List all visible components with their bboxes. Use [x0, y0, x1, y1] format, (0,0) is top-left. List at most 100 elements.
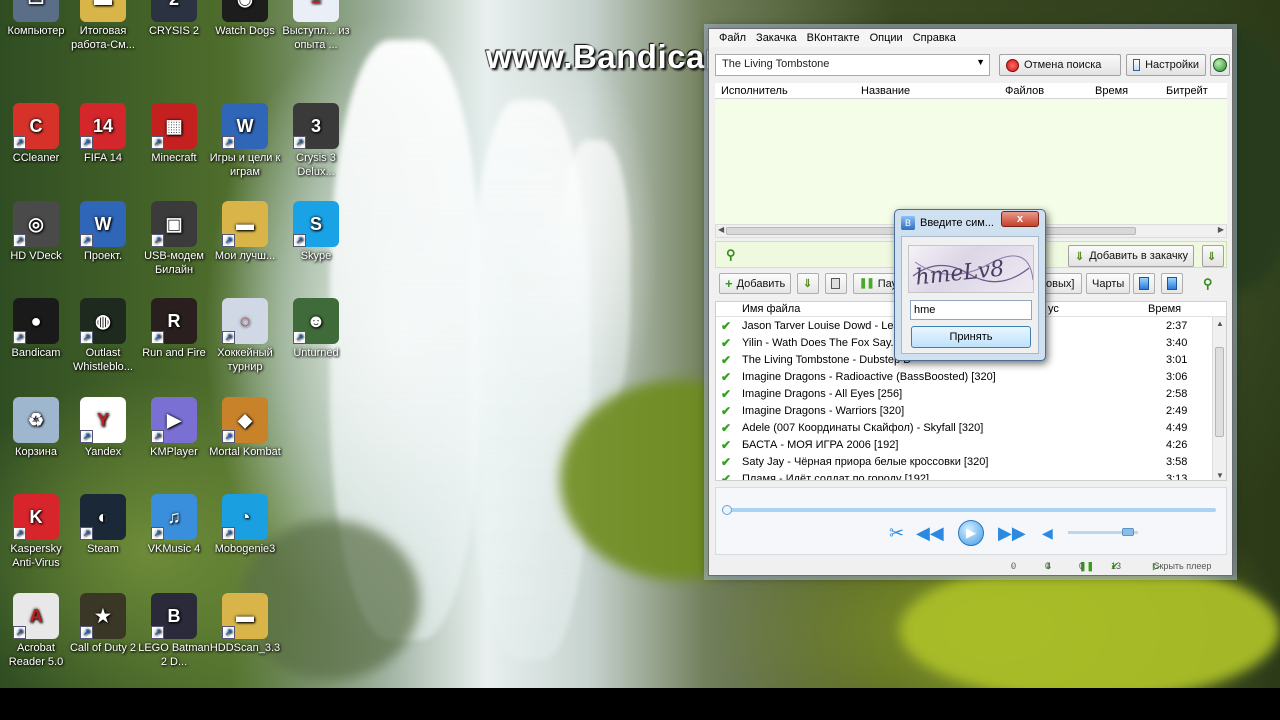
desktop-icon-vkmusic[interactable]: ♫ ↗ VKMusic 4 — [138, 494, 210, 556]
add-button[interactable]: + Добавить — [719, 273, 792, 294]
desktop-icon-kmplayer[interactable]: ▶ ↗ KMPlayer — [138, 397, 210, 459]
close-button[interactable]: x — [1001, 211, 1039, 227]
desktop-icon-legobatman[interactable]: B ↗ LEGO Batman 2 D... — [138, 593, 210, 669]
charts-button[interactable]: Чарты — [1086, 273, 1131, 294]
desktop-icon-mobogenie[interactable]: ◔ ↗ Mobogenie3 — [209, 494, 281, 556]
desktop-icon-word-document[interactable]: W ↗ Проект. — [67, 201, 139, 263]
scroll-left-icon[interactable]: ◀ — [718, 225, 724, 234]
scroll-right-icon[interactable]: ▶ — [1218, 225, 1224, 234]
cancel-search-button[interactable]: Отмена поиска — [999, 54, 1121, 76]
desktop-icon-minecraft[interactable]: ▦ ↗ Minecraft — [138, 103, 210, 165]
desktop-icon-runandfire[interactable]: R ↗ Run and Fire — [138, 298, 210, 360]
callofduty-icon: ★ ↗ — [80, 593, 126, 639]
file-row[interactable]: ✔ БАСТА - МОЯ ИГРА 2006 [192] 4:26 — [716, 437, 1212, 454]
col-artist[interactable]: Исполнитель — [721, 85, 788, 97]
watchdogs-icon: ◉ — [222, 0, 268, 22]
settings-button[interactable]: Настройки — [1126, 54, 1206, 76]
volume-knob[interactable] — [1121, 528, 1134, 536]
file-row[interactable]: ✔ Пламя - Идёт солдат по городу [192] 3:13 — [716, 471, 1212, 480]
desktop-icon-label: Mobogenie3 — [214, 543, 276, 555]
next-icon[interactable]: ▶▶ — [998, 522, 1026, 544]
search-results-list[interactable] — [715, 99, 1227, 224]
captcha-dialog[interactable]: B Введите сим... x hmeLv8 hme Принять — [894, 209, 1046, 361]
scrollbar-thumb[interactable] — [1215, 347, 1224, 437]
desktop-icon-fifa[interactable]: 14 ↗ FIFA 14 — [67, 103, 139, 165]
desktop-icon-word-document[interactable]: W ↗ Игры и цели к играм — [209, 103, 281, 179]
shuffle-icon[interactable]: ✂ — [889, 522, 904, 544]
file-row[interactable]: ✔ Adele (007 Координаты Скайфол) - Skyfal… — [716, 420, 1212, 437]
col-title[interactable]: Название — [861, 85, 910, 97]
download-button[interactable]: ⇓ — [797, 273, 819, 294]
desktop-icon-kaspersky[interactable]: K ↗ Kaspersky Anti-Virus — [0, 494, 72, 570]
menu-download[interactable]: Закачка — [756, 32, 797, 44]
download-options-button[interactable]: ⇓ — [1202, 245, 1224, 267]
desktop-icon-watchdogs[interactable]: ◉ Watch Dogs — [209, 0, 281, 38]
menu-help[interactable]: Справка — [913, 32, 956, 44]
search-icon[interactable]: ⚲ — [726, 247, 736, 263]
desktop-icon-label: HD VDeck — [10, 250, 62, 262]
desktop-icon-hdvdeck[interactable]: ◎ ↗ HD VDeck — [0, 201, 72, 263]
captcha-submit-button[interactable]: Принять — [911, 326, 1031, 348]
col-bitrate[interactable]: Битрейт — [1166, 85, 1208, 97]
volume-icon[interactable]: ◀ — [1042, 522, 1053, 544]
play-button[interactable]: ▶ — [958, 520, 984, 546]
menu-options[interactable]: Опции — [870, 32, 903, 44]
search-icon[interactable]: ⚲ — [1203, 276, 1213, 292]
desktop-icon-computer[interactable]: ▭ Компьютер — [0, 0, 72, 38]
desktop-icon-yandex[interactable]: Y ↗ Yandex — [67, 397, 139, 459]
col-file-name[interactable]: Имя файла — [742, 303, 800, 315]
play-icon: ▶ — [966, 525, 976, 540]
file-row[interactable]: ✔ Imagine Dragons - Radioactive (BassBoos… — [716, 369, 1212, 386]
add-to-download-button[interactable]: ⇓ Добавить в закачку — [1068, 245, 1194, 267]
export-button[interactable] — [1133, 273, 1155, 294]
file-row[interactable]: ✔ Saty Jay - Чёрная приора белые кроссовк… — [716, 454, 1212, 471]
desktop-icon-ccleaner[interactable]: C ↗ CCleaner — [0, 103, 72, 165]
desktop-icon-outlast[interactable]: ◍ ↗ Outlast Whistleblo... — [67, 298, 139, 374]
desktop-icon-label: Yandex — [84, 446, 122, 458]
progress-knob[interactable] — [722, 505, 732, 515]
folder-icon: ▬ — [80, 0, 126, 22]
volume-slider[interactable] — [1068, 528, 1138, 536]
desktop-icon-folder[interactable]: ▬ ↗ HDDScan_3.3 — [209, 593, 281, 655]
col-time[interactable]: Время — [1095, 85, 1128, 97]
add-folder-button[interactable] — [1161, 273, 1183, 294]
scroll-up-icon[interactable]: ▲ — [1216, 319, 1224, 328]
delete-button[interactable] — [825, 273, 847, 294]
desktop-icon-callofduty[interactable]: ★ ↗ Call of Duty 2 — [67, 593, 139, 655]
desktop-icon-document[interactable]: ≡ Выступл... из опыта ... — [280, 0, 352, 52]
desktop-icon-mortalkombat[interactable]: ◆ ↗ Mortal Kombat — [209, 397, 281, 459]
desktop-icon-label: Acrobat Reader 5.0 — [8, 642, 64, 668]
col-files[interactable]: Файлов — [1005, 85, 1044, 97]
desktop-icon-acrobat[interactable]: A ↗ Acrobat Reader 5.0 — [0, 593, 72, 669]
desktop-icon-steam[interactable]: ◐ ↗ Steam — [67, 494, 139, 556]
desktop-icon-crysis3[interactable]: 3 ↗ Crysis 3 Delux... — [280, 103, 352, 179]
new-filter-button[interactable]: овых] — [1040, 273, 1082, 294]
captcha-input-value: hme — [914, 304, 936, 316]
desktop-icon-skype[interactable]: S ↗ Skype — [280, 201, 352, 263]
playback-progress-bar[interactable] — [722, 505, 1216, 515]
menu-vkontakte[interactable]: ВКонтакте — [807, 32, 860, 44]
col-status[interactable]: ус — [1048, 303, 1059, 315]
captcha-input[interactable]: hme — [910, 300, 1032, 320]
desktop-icon-sochi[interactable]: ◌ ↗ Хоккейный турнир — [209, 298, 281, 374]
col-file-time[interactable]: Время — [1148, 303, 1181, 315]
desktop-icon-recycle-bin[interactable]: ♻ Корзина — [0, 397, 72, 459]
menu-file[interactable]: Файл — [719, 32, 746, 44]
desktop-icon-bandicam[interactable]: ● ↗ Bandicam — [0, 298, 72, 360]
file-row[interactable]: ✔ Imagine Dragons - Warriors [320] 2:49 — [716, 403, 1212, 420]
download-icon: ⇓ — [1075, 250, 1085, 263]
desktop-icon-folder[interactable]: ▬ Итоговая работа-См... — [67, 0, 139, 52]
file-row[interactable]: ✔ Imagine Dragons - All Eyes [256] 2:58 — [716, 386, 1212, 403]
previous-icon[interactable]: ◀◀ — [916, 522, 944, 544]
desktop-icon-folder[interactable]: ▬ ↗ Мои лучш... — [209, 201, 281, 263]
desktop-icon-crysis2[interactable]: 2 CRYSIS 2 — [138, 0, 210, 38]
globe-button[interactable] — [1210, 54, 1230, 76]
chevron-down-icon[interactable]: ▼ — [976, 57, 985, 67]
vertical-scrollbar[interactable]: ▲ ▼ — [1212, 317, 1226, 480]
captcha-titlebar[interactable]: B Введите сим... x — [895, 210, 1045, 235]
search-input[interactable]: The Living Tombstone ▼ — [715, 54, 990, 76]
mortalkombat-icon: ◆ ↗ — [222, 397, 268, 443]
desktop-icon-usb-modem[interactable]: ▣ ↗ USB-модем Билайн — [138, 201, 210, 277]
scroll-down-icon[interactable]: ▼ — [1216, 471, 1224, 480]
desktop-icon-unturned[interactable]: ☻ ↗ Unturned — [280, 298, 352, 360]
